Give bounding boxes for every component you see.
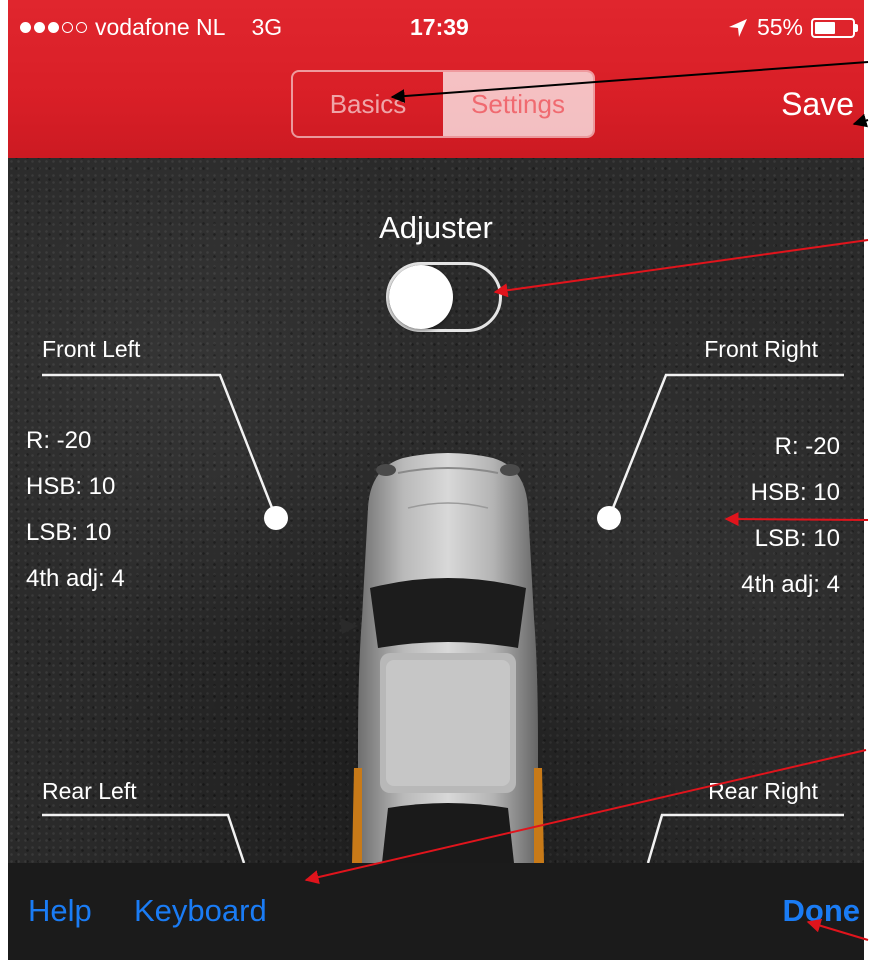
network-type: 3G bbox=[251, 14, 283, 40]
front-right-hsb: HSB: 10 bbox=[750, 479, 840, 506]
tab-settings[interactable]: Settings bbox=[443, 72, 593, 136]
front-left-r: R: -20 bbox=[26, 427, 92, 454]
tab-basics[interactable]: Basics bbox=[293, 72, 443, 136]
battery-percent: 55% bbox=[756, 14, 803, 40]
status-bar: vodafone NL 3G 17:39 55% bbox=[8, 0, 864, 52]
signal-strength-icon bbox=[20, 22, 87, 33]
front-right-lsb: LSB: 10 bbox=[754, 525, 840, 552]
battery-icon bbox=[811, 17, 855, 38]
battery-fill bbox=[815, 21, 835, 34]
keyboard-button[interactable]: Keyboard bbox=[134, 893, 267, 929]
header-bar: vodafone NL 3G 17:39 55% Basics Settings bbox=[8, 0, 864, 158]
app-screen: vodafone NL 3G 17:39 55% Basics Settings bbox=[8, 0, 864, 960]
front-left-hsb: HSB: 10 bbox=[26, 473, 116, 500]
front-right-4th-adj: 4th adj: 4 bbox=[741, 571, 840, 598]
car-image bbox=[340, 453, 556, 863]
rear-right-title: Rear Right bbox=[708, 778, 818, 804]
front-left-4th-adj: 4th adj: 4 bbox=[26, 565, 125, 592]
status-left: vodafone NL 3G bbox=[20, 14, 282, 41]
front-right-values: R: -20 HSB: 10 LSB: 10 4th adj: 4 bbox=[741, 424, 840, 608]
wheel-adjust-view: Adjuster Front Left R: -20 HSB: 10 LSB: … bbox=[8, 158, 864, 863]
save-button[interactable]: Save bbox=[781, 86, 854, 123]
front-right-title: Front Right bbox=[704, 336, 818, 362]
status-time: 17:39 bbox=[410, 14, 469, 40]
status-right: 55% bbox=[727, 14, 858, 41]
front-left-values: R: -20 HSB: 10 LSB: 10 4th adj: 4 bbox=[26, 418, 125, 602]
rear-left-title: Rear Left bbox=[42, 778, 137, 804]
location-arrow-icon bbox=[728, 18, 747, 37]
front-left-title: Front Left bbox=[42, 336, 141, 362]
carrier-name: vodafone NL bbox=[95, 14, 226, 40]
keyboard-toolbar: Help Keyboard Done bbox=[8, 863, 864, 960]
segmented-control: Basics Settings bbox=[291, 70, 595, 138]
front-left-lsb: LSB: 10 bbox=[26, 519, 112, 546]
done-button[interactable]: Done bbox=[783, 893, 861, 929]
front-right-r: R: -20 bbox=[774, 433, 840, 460]
help-button[interactable]: Help bbox=[28, 893, 92, 929]
